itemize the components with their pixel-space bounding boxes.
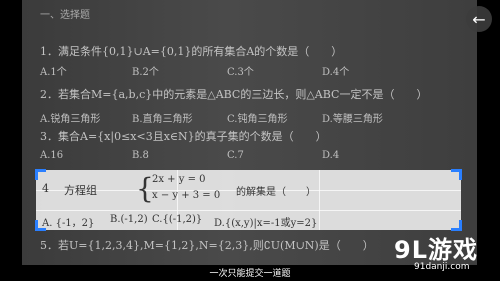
back-arrow-icon: ← — [472, 9, 486, 29]
selected-question-suffix: 的解集是（ ） — [236, 187, 316, 198]
q4-option-b: B.(-1,2) — [110, 214, 148, 225]
question-2: 2．若集合M={a,b,c}中的元素是△ABC的三边长，则△ABC一定不是（ ） — [40, 88, 428, 101]
q1-option-b: B.2个 — [132, 67, 159, 78]
q3-option-c: C.7 — [227, 150, 244, 161]
crop-grid-line — [319, 170, 320, 230]
watermark-main: 9L游戏 — [394, 236, 478, 264]
q3-option-d: D.4 — [322, 150, 340, 161]
question-selection-box[interactable]: 4 方程组 { 2x + y = 0 x − y + 3 = 0 的解集是（ ）… — [35, 169, 462, 231]
q3-option-a: A.16 — [40, 150, 64, 161]
question-1: 1．满足条件{0,1}∪A={0,1}的所有集合A的个数是（ ） — [40, 45, 343, 58]
crop-handle-top-right[interactable] — [451, 169, 462, 180]
q4-option-d: D.{(x,y)|x=-1或y=2} — [214, 218, 318, 229]
q2-option-d: D.等腰三角形 — [322, 114, 383, 125]
watermark-logo: 9L游戏 91danji.com — [386, 228, 498, 278]
crop-handle-top-left[interactable] — [35, 169, 46, 180]
camera-viewport: 一、选择题 1．满足条件{0,1}∪A={0,1}的所有集合A的个数是（ ） A… — [0, 0, 500, 281]
q2-option-b: B.直角三角形 — [132, 114, 193, 125]
crop-handle-bottom-left[interactable] — [35, 220, 46, 231]
back-button[interactable]: ← — [466, 6, 492, 32]
q1-option-a: A.1个 — [40, 67, 67, 78]
question-5: 5．若U={1,2,3,4},M={1,2},N={2,3},则∁U(M∪N)是… — [40, 239, 374, 252]
q4-option-a: A. {-1，2} — [42, 218, 95, 229]
question-3: 3．集合A={x|0≤x<3且x∈N}的真子集的个数是（ ） — [40, 130, 327, 143]
q2-option-a: A.锐角三角形 — [40, 114, 101, 125]
selected-question-prefix: 方程组 — [64, 184, 97, 197]
q2-option-c: C.钝角三角形 — [227, 114, 288, 125]
q3-option-b: B.8 — [132, 150, 149, 161]
q1-option-c: C.3个 — [227, 67, 254, 78]
selected-question-number: 4 — [42, 182, 49, 195]
q1-option-d: D.4个 — [322, 67, 350, 78]
crop-grid-line — [36, 210, 461, 211]
equation-1: 2x + y = 0 — [152, 174, 206, 185]
watermark-url: 91danji.com — [414, 262, 470, 272]
equation-2: x − y + 3 = 0 — [152, 190, 221, 201]
q4-option-c: C.{(-1,2)} — [152, 214, 203, 225]
section-heading: 一、选择题 — [40, 10, 90, 21]
